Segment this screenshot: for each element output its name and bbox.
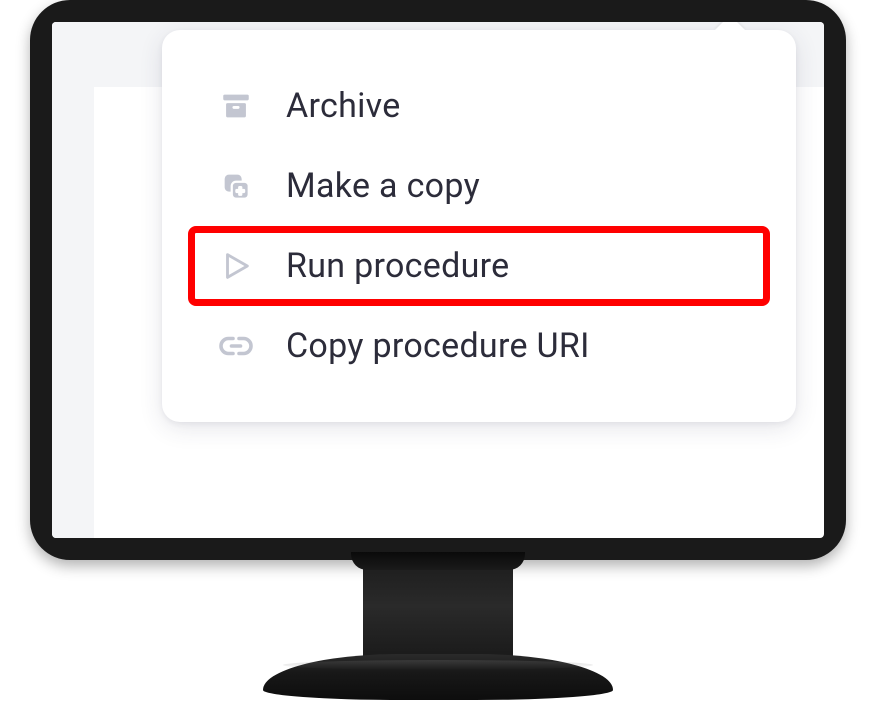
menu-item-copy-uri[interactable]: Copy procedure URI	[188, 306, 770, 386]
menu-item-label: Copy procedure URI	[286, 326, 590, 366]
menu-item-label: Archive	[286, 86, 401, 126]
menu-item-archive[interactable]: Archive	[188, 66, 770, 146]
monitor-frame: Archive Make a copy	[30, 0, 846, 560]
archive-icon	[216, 86, 256, 126]
monitor-stand-neck	[363, 552, 513, 660]
link-icon	[216, 326, 256, 366]
menu-item-label: Run procedure	[286, 246, 509, 286]
background-sidebar	[52, 22, 94, 538]
menu-item-run-procedure[interactable]: Run procedure	[188, 226, 770, 306]
copy-icon	[216, 166, 256, 206]
menu-item-make-copy[interactable]: Make a copy	[188, 146, 770, 226]
monitor-stand-base	[263, 654, 613, 700]
screen-area: Archive Make a copy	[52, 22, 824, 538]
context-menu: Archive Make a copy	[162, 30, 796, 422]
menu-item-label: Make a copy	[286, 166, 480, 206]
dropdown-arrow	[714, 22, 746, 31]
play-icon	[216, 246, 256, 286]
